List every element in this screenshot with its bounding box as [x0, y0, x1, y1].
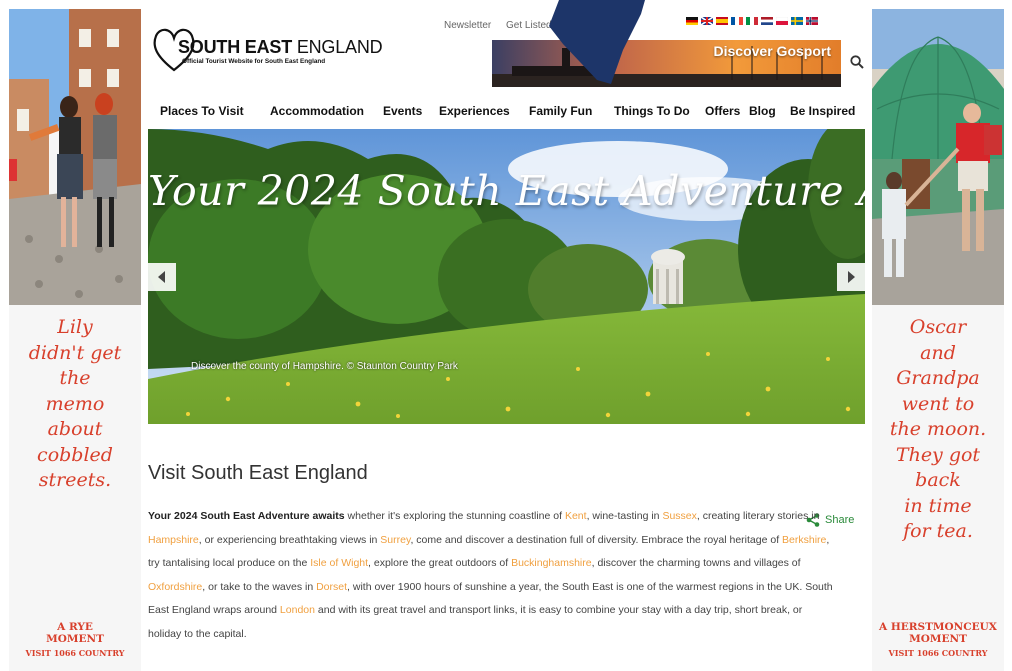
ad-caption-line: and [920, 341, 956, 364]
logo-tagline: Official Tourist Website for South East … [182, 58, 326, 65]
right-ad-tag: A HERSTMONCEUX MOMENT VISIT 1066 COUNTRY [872, 621, 1004, 659]
main-nav: Places To Visit Accommodation Events Exp… [0, 104, 1012, 120]
italian-flag-icon[interactable] [746, 17, 758, 25]
right-ad-photo [872, 9, 1004, 305]
nav-item-experiences[interactable]: Experiences [439, 104, 510, 118]
spanish-flag-icon[interactable] [716, 17, 728, 25]
language-flags [686, 17, 818, 25]
ad-tag-line: VISIT 1066 COUNTRY [888, 648, 988, 658]
intro-text: , explore the great outdoors of [368, 557, 512, 570]
slider-next-button[interactable] [837, 263, 865, 291]
link-sussex[interactable]: Sussex [662, 510, 696, 522]
ad-caption-line: for tea. [903, 520, 973, 542]
link-london[interactable]: London [280, 604, 315, 616]
link-buckinghamshire[interactable]: Buckinghamshire [511, 557, 592, 569]
polish-flag-icon[interactable] [776, 17, 788, 25]
ad-caption-line: the [59, 367, 91, 389]
ad-caption-line: the moon. [889, 418, 987, 440]
nav-item-things-to-do[interactable]: Things To Do [614, 104, 690, 118]
link-surrey[interactable]: Surrey [380, 534, 410, 546]
chevron-left-icon [158, 271, 165, 283]
newsletter-link[interactable]: Newsletter [444, 20, 491, 31]
intro-text: whether it's exploring the stunning coas… [344, 510, 565, 522]
left-ad-tag: A RYE MOMENT VISIT 1066 COUNTRY [9, 621, 141, 659]
logo-name-light: ENGLAND [296, 37, 383, 57]
nav-item-accommodation[interactable]: Accommodation [270, 104, 364, 118]
ad-tag-line: VISIT 1066 COUNTRY [25, 648, 125, 658]
ad-caption-line: didn't get [28, 341, 122, 364]
hero-title: Your 2024 South East Adventure Awaits [148, 167, 865, 215]
ad-caption-line: Oscar [909, 316, 967, 338]
ad-caption-line: Lily [57, 316, 93, 338]
ad-caption-line: in time [904, 494, 972, 517]
german-flag-icon[interactable] [686, 17, 698, 25]
ad-tag-line: MOMENT [909, 633, 967, 645]
nav-item-blog[interactable]: Blog [749, 104, 776, 118]
site-logo[interactable]: SOUTH EAST ENGLAND Official Tourist Webs… [152, 24, 392, 76]
page-title: Visit South East England [148, 462, 368, 484]
nav-item-family-fun[interactable]: Family Fun [529, 104, 592, 118]
ad-caption-line: Grandpa [896, 367, 980, 389]
slider-prev-button[interactable] [148, 263, 176, 291]
ad-caption-line: streets. [38, 469, 112, 491]
intro-text: , come and discover a destination full o… [410, 533, 783, 546]
hero-slider[interactable]: Your 2024 South East Adventure Awaits Di… [148, 129, 865, 424]
dutch-flag-icon[interactable] [761, 17, 773, 25]
link-hampshire[interactable]: Hampshire [148, 534, 199, 546]
intro-text: , or experiencing breathtaking views in [198, 533, 381, 546]
intro-text: , creating literary stories in [696, 510, 820, 522]
intro-text: , discover the charming towns and villag… [591, 557, 801, 570]
hero-caption: Discover the county of Hampshire. © Stau… [191, 361, 458, 372]
link-isle-of-wight[interactable]: Isle of Wight [310, 557, 368, 569]
chevron-right-icon [848, 271, 855, 283]
swedish-flag-icon[interactable] [791, 17, 803, 25]
logo-wordmark: SOUTH EAST ENGLAND [178, 37, 383, 58]
left-ad-caption: Lily didn't get the memo about cobbled s… [15, 315, 135, 494]
popup-overlay-shape[interactable] [545, 0, 645, 84]
right-ad-caption: Oscar and Grandpa went to the moon. They… [878, 315, 998, 545]
french-flag-icon[interactable] [731, 17, 743, 25]
intro-text: , or take to the waves in [202, 580, 317, 593]
nav-item-events[interactable]: Events [383, 104, 422, 118]
ad-caption-line: went to [901, 392, 975, 415]
ad-caption-line: back [915, 469, 961, 491]
ad-caption-line: about [47, 418, 103, 440]
ad-caption-line: memo [45, 392, 105, 415]
link-kent[interactable]: Kent [565, 510, 587, 522]
ad-tag-line: A HERSTMONCEUX [879, 621, 997, 633]
nav-item-places-to-visit[interactable]: Places To Visit [160, 104, 244, 118]
left-ad-photo [9, 9, 141, 305]
ad-tag-line: A RYE [57, 621, 93, 633]
intro-paragraph: Your 2024 South East Adventure awaits wh… [148, 505, 838, 647]
nav-item-offers[interactable]: Offers [705, 104, 740, 118]
ad-caption-line: cobbled [37, 443, 113, 466]
ad-tag-line: MOMENT [46, 633, 104, 645]
intro-text: , wine-tasting in [586, 510, 663, 522]
ad-caption-line: They got [895, 443, 981, 466]
english-flag-icon[interactable] [701, 17, 713, 25]
nav-item-be-inspired[interactable]: Be Inspired [790, 104, 855, 118]
search-icon[interactable] [850, 55, 864, 69]
link-oxfordshire[interactable]: Oxfordshire [148, 581, 202, 593]
link-berkshire[interactable]: Berkshire [782, 534, 826, 546]
intro-lead: Your 2024 South East Adventure awaits [148, 510, 345, 522]
link-dorset[interactable]: Dorset [316, 581, 347, 593]
logo-name-bold: SOUTH EAST [178, 37, 293, 57]
banner-ad-text: Discover Gosport [713, 43, 831, 59]
norwegian-flag-icon[interactable] [806, 17, 818, 25]
